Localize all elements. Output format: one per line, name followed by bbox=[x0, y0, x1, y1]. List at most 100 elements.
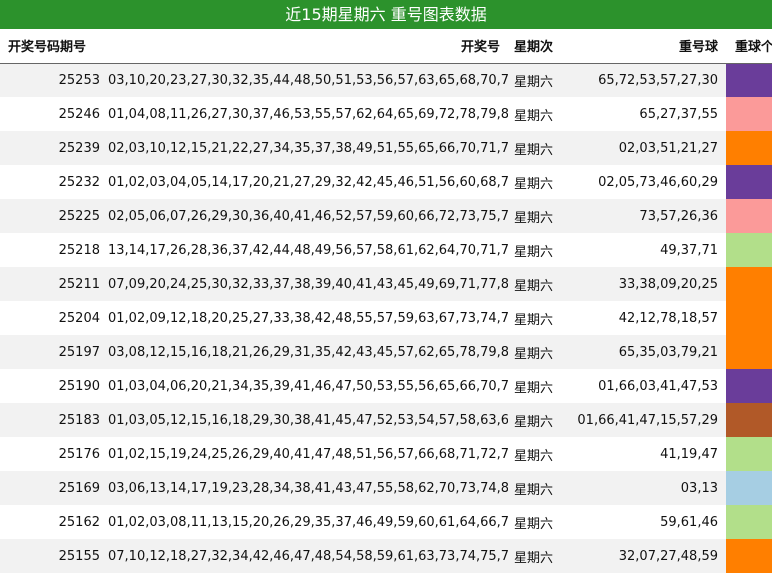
repeat-numbers-cell: 59,61,46 bbox=[660, 514, 718, 530]
issue-cell: 25169 bbox=[58, 480, 100, 496]
repeat-numbers-cell: 32,07,27,48,59 bbox=[618, 548, 718, 564]
draw-numbers-cell: 07,10,12,18,27,32,34,42,46,47,48,54,58,5… bbox=[108, 548, 508, 564]
table-row: 25218 13,14,17,26,28,36,37,42,44,48,49,56… bbox=[0, 233, 772, 267]
weekday-cell: 星期六 bbox=[514, 278, 554, 294]
issue-cell: 25204 bbox=[58, 310, 100, 326]
weekday-cell: 星期六 bbox=[514, 380, 554, 396]
issue-cell: 25190 bbox=[58, 378, 100, 394]
repeat-count-cell: 6 bbox=[726, 369, 772, 403]
repeat-numbers-cell: 02,05,73,46,60,29 bbox=[598, 174, 718, 190]
repeat-count-cell: 5 bbox=[726, 539, 772, 573]
data-table: 开奖号码期号 开奖号 星期次 重号球 重球个数 25253 03,10,20,23… bbox=[0, 29, 772, 573]
issue-cell: 25211 bbox=[58, 276, 100, 292]
repeat-numbers-cell: 65,27,37,55 bbox=[639, 106, 718, 122]
issue-cell: 25239 bbox=[58, 140, 100, 156]
table-row: 25204 01,02,09,12,18,20,25,27,33,38,42,48… bbox=[0, 301, 772, 335]
repeat-count-cell: 3 bbox=[726, 233, 772, 267]
table-row: 25246 01,04,08,11,26,27,30,37,46,53,55,57… bbox=[0, 97, 772, 131]
issue-cell: 25232 bbox=[58, 174, 100, 190]
repeat-numbers-cell: 33,38,09,20,25 bbox=[618, 276, 718, 292]
repeat-count-cell: 5 bbox=[726, 301, 772, 335]
table-row: 25225 02,05,06,07,26,29,30,36,40,41,46,52… bbox=[0, 199, 772, 233]
repeat-count-cell: 6 bbox=[726, 165, 772, 199]
weekday-cell: 星期六 bbox=[514, 74, 554, 90]
table-row: 25211 07,09,20,24,25,30,32,33,37,38,39,40… bbox=[0, 267, 772, 301]
draw-numbers-cell: 02,03,10,12,15,21,22,27,34,35,37,38,49,5… bbox=[108, 140, 508, 156]
draw-numbers-cell: 01,03,05,12,15,16,18,29,30,38,41,45,47,5… bbox=[108, 412, 508, 428]
weekday-cell: 星期六 bbox=[514, 142, 554, 158]
draw-numbers-cell: 02,05,06,07,26,29,30,36,40,41,46,52,57,5… bbox=[108, 208, 508, 224]
issue-cell: 25197 bbox=[58, 344, 100, 360]
repeat-count-cell: 5 bbox=[726, 335, 772, 369]
repeat-numbers-cell: 01,66,41,47,15,57,29 bbox=[577, 412, 718, 428]
draw-numbers-cell: 01,02,03,08,11,13,15,20,26,29,35,37,46,4… bbox=[108, 514, 508, 530]
draw-numbers-cell: 03,10,20,23,27,30,32,35,44,48,50,51,53,5… bbox=[108, 72, 508, 88]
repeat-count-cell: 7 bbox=[726, 403, 772, 437]
table-row: 25183 01,03,05,12,15,16,18,29,30,38,41,45… bbox=[0, 403, 772, 437]
header-repeat-count: 重球个数 bbox=[726, 29, 772, 64]
weekday-cell: 星期六 bbox=[514, 312, 554, 328]
repeat-count-cell: 3 bbox=[726, 505, 772, 539]
issue-cell: 25155 bbox=[58, 548, 100, 564]
table-row: 25232 01,02,03,04,05,14,17,20,21,27,29,32… bbox=[0, 165, 772, 199]
draw-numbers-cell: 13,14,17,26,28,36,37,42,44,48,49,56,57,5… bbox=[108, 242, 508, 258]
header-draw-numbers: 开奖号 bbox=[108, 29, 508, 64]
header-row: 开奖号码期号 开奖号 星期次 重号球 重球个数 bbox=[0, 29, 772, 64]
issue-cell: 25246 bbox=[58, 106, 100, 122]
repeat-numbers-cell: 65,35,03,79,21 bbox=[618, 344, 718, 360]
issue-cell: 25162 bbox=[58, 514, 100, 530]
draw-numbers-cell: 01,04,08,11,26,27,30,37,46,53,55,57,62,6… bbox=[108, 106, 508, 122]
header-issue: 开奖号码期号 bbox=[0, 29, 108, 64]
draw-numbers-cell: 01,02,03,04,05,14,17,20,21,27,29,32,42,4… bbox=[108, 174, 508, 190]
table-row: 25176 01,02,15,19,24,25,26,29,40,41,47,48… bbox=[0, 437, 772, 471]
repeat-numbers-cell: 65,72,53,57,27,30 bbox=[598, 72, 718, 88]
weekday-cell: 星期六 bbox=[514, 516, 554, 532]
issue-cell: 25176 bbox=[58, 446, 100, 462]
repeat-count-cell: 5 bbox=[726, 267, 772, 301]
repeat-count-cell: 5 bbox=[726, 131, 772, 165]
repeat-numbers-cell: 01,66,03,41,47,53 bbox=[598, 378, 718, 394]
issue-cell: 25183 bbox=[58, 412, 100, 428]
repeat-numbers-cell: 41,19,47 bbox=[660, 446, 718, 462]
weekday-cell: 星期六 bbox=[514, 210, 554, 226]
table-body: 25253 03,10,20,23,27,30,32,35,44,48,50,51… bbox=[0, 63, 772, 573]
table-row: 25162 01,02,03,08,11,13,15,20,26,29,35,37… bbox=[0, 505, 772, 539]
repeat-count-cell: 4 bbox=[726, 199, 772, 233]
issue-cell: 25225 bbox=[58, 208, 100, 224]
header-repeat-numbers: 重号球 bbox=[570, 29, 726, 64]
repeat-count-cell: 2 bbox=[726, 471, 772, 505]
draw-numbers-cell: 03,06,13,14,17,19,23,28,34,38,41,43,47,5… bbox=[108, 480, 508, 496]
repeat-count-cell: 3 bbox=[726, 437, 772, 471]
issue-cell: 25253 bbox=[58, 72, 100, 88]
repeat-numbers-cell: 49,37,71 bbox=[660, 242, 718, 258]
weekday-cell: 星期六 bbox=[514, 176, 554, 192]
repeat-numbers-cell: 02,03,51,21,27 bbox=[618, 140, 718, 156]
repeat-count-cell: 4 bbox=[726, 97, 772, 131]
table-row: 25197 03,08,12,15,16,18,21,26,29,31,35,42… bbox=[0, 335, 772, 369]
repeat-numbers-cell: 42,12,78,18,57 bbox=[618, 310, 718, 326]
weekday-cell: 星期六 bbox=[514, 482, 554, 498]
page: 近15期星期六 重号图表数据 开奖号码期号 开奖号 星期次 重号球 重球个数 2… bbox=[0, 0, 772, 574]
table-header: 开奖号码期号 开奖号 星期次 重号球 重球个数 bbox=[0, 29, 772, 64]
draw-numbers-cell: 01,02,09,12,18,20,25,27,33,38,42,48,55,5… bbox=[108, 310, 508, 326]
draw-numbers-cell: 01,02,15,19,24,25,26,29,40,41,47,48,51,5… bbox=[108, 446, 508, 462]
table-row: 25239 02,03,10,12,15,21,22,27,34,35,37,38… bbox=[0, 131, 772, 165]
repeat-count-cell: 6 bbox=[726, 63, 772, 97]
draw-numbers-cell: 03,08,12,15,16,18,21,26,29,31,35,42,43,4… bbox=[108, 344, 508, 360]
repeat-numbers-cell: 73,57,26,36 bbox=[639, 208, 718, 224]
page-title: 近15期星期六 重号图表数据 bbox=[0, 0, 772, 29]
table-row: 25190 01,03,04,06,20,21,34,35,39,41,46,47… bbox=[0, 369, 772, 403]
header-weekday: 星期次 bbox=[508, 29, 570, 64]
weekday-cell: 星期六 bbox=[514, 244, 554, 260]
table-row: 25155 07,10,12,18,27,32,34,42,46,47,48,54… bbox=[0, 539, 772, 573]
weekday-cell: 星期六 bbox=[514, 414, 554, 430]
weekday-cell: 星期六 bbox=[514, 346, 554, 362]
repeat-numbers-cell: 03,13 bbox=[680, 480, 718, 496]
table-row: 25253 03,10,20,23,27,30,32,35,44,48,50,51… bbox=[0, 63, 772, 97]
issue-cell: 25218 bbox=[58, 242, 100, 258]
weekday-cell: 星期六 bbox=[514, 108, 554, 124]
draw-numbers-cell: 01,03,04,06,20,21,34,35,39,41,46,47,50,5… bbox=[108, 378, 508, 394]
weekday-cell: 星期六 bbox=[514, 448, 554, 464]
weekday-cell: 星期六 bbox=[514, 550, 554, 566]
table-row: 25169 03,06,13,14,17,19,23,28,34,38,41,43… bbox=[0, 471, 772, 505]
